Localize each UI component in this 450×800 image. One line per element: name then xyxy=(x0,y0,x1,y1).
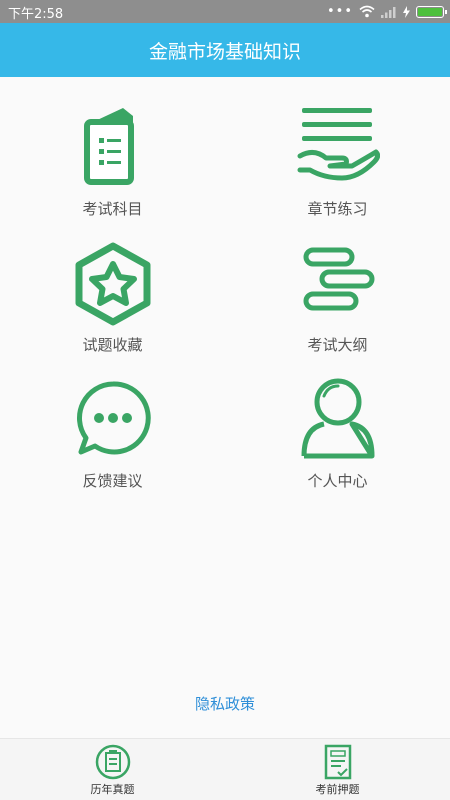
privacy-policy-link[interactable]: 隐私政策 xyxy=(0,693,450,714)
tile-label: 章节练习 xyxy=(307,200,368,218)
hexagon-star-icon xyxy=(75,242,150,326)
user-icon xyxy=(301,378,374,459)
status-icons: ••• xyxy=(326,2,447,21)
status-time: 下午2:58 xyxy=(8,7,64,22)
status-bar: 下午2:58 ••• xyxy=(0,0,450,23)
outline-bars-icon xyxy=(303,247,374,311)
tile-chapter-practice[interactable]: 章节练习 xyxy=(225,84,450,220)
tile-label: 考试大纲 xyxy=(307,336,368,354)
nav-label: 考前押题 xyxy=(315,783,360,796)
tile-label: 试题收藏 xyxy=(82,336,143,354)
exam-paper-circle-icon xyxy=(95,744,130,780)
tile-question-favorites[interactable]: 试题收藏 xyxy=(0,220,225,356)
app-title-bar: 金融市场基础知识 xyxy=(0,23,450,77)
charging-icon xyxy=(403,5,410,18)
signal-icon xyxy=(381,6,396,18)
battery-icon xyxy=(416,5,447,18)
book-list-icon xyxy=(83,108,134,185)
app-title: 金融市场基础知识 xyxy=(148,40,301,63)
score-sheet-icon xyxy=(324,744,351,780)
chat-bubble-icon xyxy=(76,381,151,455)
wifi-icon xyxy=(359,5,375,18)
nav-label: 历年真题 xyxy=(90,783,135,796)
tile-label: 考试科目 xyxy=(82,200,143,218)
more-dots-icon: ••• xyxy=(326,4,353,19)
bottom-nav: 历年真题 考前押题 xyxy=(0,738,450,800)
tile-label: 个人中心 xyxy=(307,472,368,490)
nav-past-exams[interactable]: 历年真题 xyxy=(0,739,225,800)
tile-label: 反馈建议 xyxy=(82,472,143,490)
tile-exam-subjects[interactable]: 考试科目 xyxy=(0,84,225,220)
nav-predicted-questions[interactable]: 考前押题 xyxy=(225,739,450,800)
tile-exam-outline[interactable]: 考试大纲 xyxy=(225,220,450,356)
hand-lines-icon xyxy=(297,108,380,181)
tile-profile[interactable]: 个人中心 xyxy=(225,356,450,492)
tile-feedback[interactable]: 反馈建议 xyxy=(0,356,225,492)
